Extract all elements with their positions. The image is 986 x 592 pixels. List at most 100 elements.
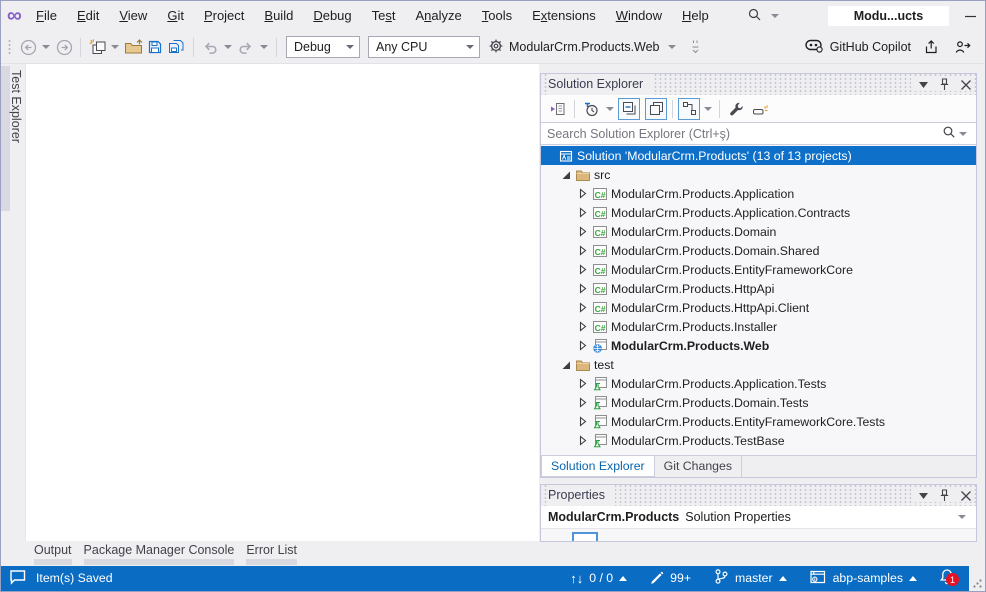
undo-button[interactable]: [199, 35, 221, 59]
pending-changes-filter-button[interactable]: [580, 98, 602, 120]
properties-toolbar-button-partial[interactable]: [572, 532, 598, 542]
collapsed-arrow-icon[interactable]: [575, 226, 591, 237]
show-all-files-button[interactable]: [645, 98, 667, 120]
expanded-arrow-icon[interactable]: [558, 170, 574, 180]
menu-window[interactable]: Window: [606, 1, 672, 31]
tree-item[interactable]: src: [541, 165, 976, 184]
panel-menu-caret-icon[interactable]: [919, 82, 928, 88]
tab-error-list[interactable]: Error List: [246, 541, 297, 565]
menu-view[interactable]: View: [109, 1, 157, 31]
tree-item[interactable]: ModularCrm.Products.Domain.Tests: [541, 393, 976, 412]
pending-edits-button[interactable]: 99+: [649, 569, 691, 587]
switch-views-button[interactable]: [547, 98, 569, 120]
navigate-back-button[interactable]: [17, 35, 39, 59]
panel-menu-caret-icon[interactable]: [919, 493, 928, 499]
tree-item[interactable]: ModularCrm.Products.Application.Tests: [541, 374, 976, 393]
resize-grip[interactable]: [969, 565, 985, 591]
tab-solution-explorer[interactable]: Solution Explorer: [541, 456, 655, 477]
collapsed-arrow-icon[interactable]: [575, 245, 591, 256]
menu-file[interactable]: File: [26, 1, 67, 31]
redo-caret-icon[interactable]: [260, 45, 268, 49]
collapsed-arrow-icon[interactable]: [575, 340, 591, 351]
menu-build[interactable]: Build: [254, 1, 303, 31]
tree-item[interactable]: ModularCrm.Products.Web: [541, 336, 976, 355]
git-sync-button[interactable]: ↑↓ 0 / 0: [570, 571, 627, 586]
redo-button[interactable]: [235, 35, 257, 59]
menu-test[interactable]: Test: [362, 1, 406, 31]
close-icon[interactable]: [961, 80, 971, 90]
properties-object-selector[interactable]: ModularCrm.Products Solution Properties: [541, 506, 976, 529]
expanded-arrow-icon[interactable]: [558, 360, 574, 370]
solution-explorer-header[interactable]: Solution Explorer: [541, 74, 976, 95]
collapsed-arrow-icon[interactable]: [575, 435, 591, 446]
new-project-button[interactable]: [86, 35, 108, 59]
tree-item[interactable]: C#ModularCrm.Products.Domain.Shared: [541, 241, 976, 260]
menu-git[interactable]: Git: [157, 1, 194, 31]
new-project-caret-icon[interactable]: [111, 45, 119, 49]
preview-selected-items-button[interactable]: [749, 98, 771, 120]
tab-git-changes[interactable]: Git Changes: [655, 456, 742, 477]
navigate-forward-button[interactable]: [53, 35, 75, 59]
tree-item[interactable]: ModularCrm.Products.EntityFrameworkCore.…: [541, 412, 976, 431]
title-search-control[interactable]: [747, 7, 782, 25]
navigate-back-caret-icon[interactable]: [42, 45, 50, 49]
undo-caret-icon[interactable]: [224, 45, 232, 49]
menu-extensions[interactable]: Extensions: [522, 1, 606, 31]
collapsed-arrow-icon[interactable]: [575, 264, 591, 275]
send-feedback-icon[interactable]: [951, 35, 973, 59]
menu-project[interactable]: Project: [194, 1, 254, 31]
tree-item[interactable]: C#ModularCrm.Products.HttpApi: [541, 279, 976, 298]
solution-platform-dropdown[interactable]: Any CPU: [368, 36, 480, 58]
tree-item[interactable]: C#ModularCrm.Products.Domain: [541, 222, 976, 241]
solution-explorer-search-box[interactable]: [541, 122, 976, 145]
collapsed-arrow-icon[interactable]: [575, 283, 591, 294]
filter-caret-icon[interactable]: [606, 107, 614, 111]
menu-debug[interactable]: Debug: [303, 1, 361, 31]
collapsed-arrow-icon[interactable]: [575, 378, 591, 389]
notifications-button[interactable]: 1: [939, 568, 955, 588]
search-icon[interactable]: [747, 7, 762, 25]
collapsed-arrow-icon[interactable]: [575, 397, 591, 408]
test-explorer-vertical-tab[interactable]: Test Explorer: [9, 70, 23, 143]
tree-item[interactable]: Solution 'ModularCrm.Products' (13 of 13…: [541, 146, 976, 165]
tree-item[interactable]: C#ModularCrm.Products.HttpApi.Client: [541, 298, 976, 317]
search-dropdown-caret-icon[interactable]: [771, 14, 779, 18]
toolbar-overflow-button[interactable]: [685, 35, 707, 59]
close-icon[interactable]: [961, 491, 971, 501]
collapsed-arrow-icon[interactable]: [575, 207, 591, 218]
github-copilot-button[interactable]: GitHub Copilot: [805, 38, 911, 56]
menu-edit[interactable]: Edit: [67, 1, 109, 31]
menu-help[interactable]: Help: [672, 1, 719, 31]
search-solution-explorer-input[interactable]: [547, 127, 942, 141]
properties-wrench-icon[interactable]: [725, 98, 747, 120]
tree-item[interactable]: C#ModularCrm.Products.Application: [541, 184, 976, 203]
open-file-button[interactable]: [122, 35, 144, 59]
startup-project-dropdown[interactable]: ModularCrm.Products.Web: [488, 38, 679, 57]
tree-item[interactable]: test: [541, 355, 976, 374]
minimize-button[interactable]: [949, 1, 986, 31]
save-button[interactable]: [144, 35, 166, 59]
properties-header[interactable]: Properties: [541, 485, 976, 506]
pin-icon[interactable]: [939, 489, 950, 502]
menu-analyze[interactable]: Analyze: [406, 1, 472, 31]
solution-configuration-dropdown[interactable]: Debug: [286, 36, 360, 58]
tree-item[interactable]: C#ModularCrm.Products.Application.Contra…: [541, 203, 976, 222]
sync-with-active-document-button[interactable]: [678, 98, 700, 120]
collapse-all-button[interactable]: [618, 98, 640, 120]
share-icon[interactable]: [920, 35, 942, 59]
tab-output[interactable]: Output: [34, 541, 72, 565]
sync-caret-icon[interactable]: [704, 107, 712, 111]
save-all-button[interactable]: [166, 35, 188, 59]
tree-item[interactable]: ModularCrm.Products.TestBase: [541, 431, 976, 450]
tree-item[interactable]: C#ModularCrm.Products.Installer: [541, 317, 976, 336]
toolbar-grip-handle[interactable]: [7, 39, 12, 56]
menu-tools[interactable]: Tools: [472, 1, 522, 31]
feedback-bubble-icon[interactable]: [9, 569, 27, 588]
collapsed-arrow-icon[interactable]: [575, 321, 591, 332]
collapsed-arrow-icon[interactable]: [575, 188, 591, 199]
pin-icon[interactable]: [939, 78, 950, 91]
collapsed-arrow-icon[interactable]: [575, 416, 591, 427]
git-branch-button[interactable]: master: [713, 568, 787, 588]
tab-package-manager-console[interactable]: Package Manager Console: [84, 541, 235, 565]
tree-item[interactable]: C#ModularCrm.Products.EntityFrameworkCor…: [541, 260, 976, 279]
